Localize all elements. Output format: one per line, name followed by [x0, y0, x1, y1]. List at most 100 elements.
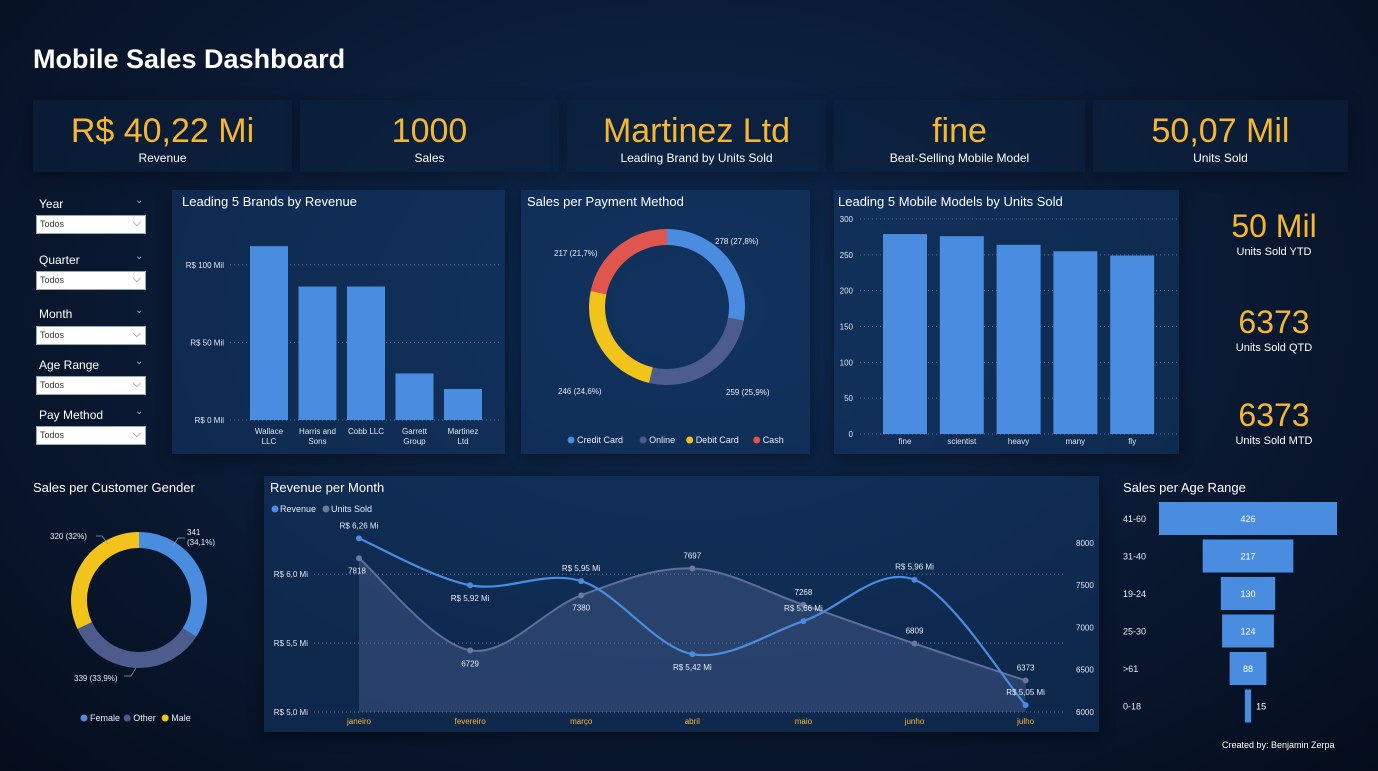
x-tick-label: heavy — [1008, 437, 1029, 446]
kpi-best-model-card: fine Beat-Selling Mobile Model — [834, 100, 1085, 172]
month-filter-label: Month — [39, 307, 73, 321]
slice-label: 278 (27,8%) — [715, 237, 759, 246]
donut-slice — [649, 317, 744, 385]
x-tick-label: fine — [899, 437, 912, 446]
pay-method-dropdown[interactable]: Todos ⌵ — [36, 426, 146, 445]
legend-marker — [123, 714, 131, 722]
kpi-leading-brand-card: Martinez Ltd Leading Brand by Units Sold — [567, 100, 826, 172]
filter-panel: Year ⌄ Todos ⌵ Quarter ⌄ Todos ⌵ Month ⌄… — [33, 190, 153, 450]
quarter-dropdown[interactable]: Todos ⌵ — [36, 271, 146, 290]
y-tick-label: 300 — [840, 215, 854, 224]
units-point — [356, 555, 362, 562]
x-tick-label: scientist — [947, 437, 977, 446]
legend-label: Units Sold — [331, 504, 372, 514]
bar — [444, 388, 482, 420]
y-right-tick-label: 6000 — [1076, 708, 1094, 717]
age-range-panel: Sales per Age Range 41-60 426 31-40 217 19-2… — [1116, 476, 1356, 732]
x-tick-label: Martinez — [448, 427, 479, 436]
bar — [250, 246, 288, 420]
category-label: 25-30 — [1123, 627, 1146, 637]
gender-panel: Sales per Customer Gender 341 (34,1%) 339 … — [28, 476, 250, 732]
data-label: 88 — [1243, 664, 1253, 674]
kpi-sales-card: 1000 Sales — [300, 100, 559, 172]
age-range-chart: 41-60 426 31-40 217 19-24 130 25-30 124 >61 88 0-1… — [1123, 502, 1337, 723]
slice-label: 259 (25,9%) — [726, 388, 770, 397]
y-tick-label: 150 — [840, 323, 854, 332]
pay-method-filter-label: Pay Method — [39, 408, 104, 422]
x-tick-label: Group — [403, 437, 426, 446]
models-units-panel: Leading 5 Mobile Models by Units Sold 30… — [834, 190, 1179, 454]
brands-revenue-chart: R$ 100 Mil R$ 50 Mil R$ 0 Mil WallaceLLC Har… — [186, 246, 500, 446]
units-data-label: 7697 — [683, 552, 701, 561]
units-ytd-value: 50 Mil — [1231, 208, 1317, 244]
slice-label: 341 — [187, 528, 201, 537]
units-point — [578, 592, 585, 599]
donut-slice — [589, 290, 653, 383]
credit-text: Created by: Benjamin Zerpa — [1222, 740, 1335, 750]
chevron-down-icon: ⌵ — [132, 328, 141, 340]
month-dropdown[interactable]: Todos ⌵ — [36, 326, 146, 345]
y-tick-label: 100 — [840, 358, 854, 367]
x-tick-label: Cobb LLC — [348, 427, 384, 436]
kpi-revenue-label: Revenue — [138, 151, 187, 165]
legend-label: Other — [133, 713, 156, 723]
age-range-dropdown[interactable]: Todos ⌵ — [36, 376, 146, 395]
units-data-label: 7380 — [572, 603, 590, 612]
x-tick-label: Sons — [308, 437, 326, 446]
data-label: 124 — [1240, 627, 1255, 637]
category-label: >61 — [1123, 664, 1138, 674]
chevron-down-icon[interactable]: ⌄ — [135, 305, 143, 316]
kpi-units-sold-label: Units Sold — [1193, 151, 1248, 165]
bar — [395, 373, 434, 420]
kpi-best-model-label: Beat-Selling Mobile Model — [889, 151, 1030, 165]
year-dropdown-value: Todos — [40, 219, 65, 229]
y-tick-label: 200 — [840, 287, 854, 296]
legend-marker — [80, 714, 88, 722]
x-tick-label: Ltd — [457, 437, 468, 446]
legend-marker — [686, 436, 694, 444]
chevron-down-icon: ⌵ — [132, 378, 141, 390]
legend-label: Female — [90, 713, 120, 723]
chevron-down-icon[interactable]: ⌄ — [135, 195, 143, 206]
bar — [1110, 255, 1155, 434]
legend-label: Online — [649, 435, 675, 445]
donut-slice — [590, 229, 667, 295]
units-ytd-card: 50 Mil Units Sold YTD — [1199, 208, 1349, 258]
kpi-leading-brand-label: Leading Brand by Units Sold — [620, 151, 773, 165]
revenue-point — [911, 576, 918, 583]
legend-marker — [322, 505, 330, 513]
units-ytd-label: Units Sold YTD — [1236, 246, 1312, 258]
page-title: Mobile Sales Dashboard — [33, 44, 346, 74]
x-tick-label: many — [1066, 437, 1086, 446]
models-units-chart: 300 250 200 150 100 50 0 fine scientist heavy many… — [840, 215, 1178, 446]
revenue-point — [356, 535, 362, 542]
legend-label: Revenue — [280, 504, 316, 514]
gender-chart: 341(34,1%) 339 (33,9%) 320 (32%) Female Othe… — [50, 528, 215, 723]
revenue-data-label: R$ 5,66 Mi — [784, 604, 823, 613]
x-tick-label: Harris and — [299, 427, 336, 436]
legend-label: Male — [171, 713, 191, 723]
kpi-units-sold-card: 50,07 Mil Units Sold — [1093, 100, 1348, 172]
units-data-label: 6729 — [461, 659, 479, 668]
donut-slice — [71, 532, 139, 629]
chevron-down-icon[interactable]: ⌄ — [135, 406, 143, 417]
revenue-point — [800, 618, 807, 625]
legend-label: Credit Card — [577, 435, 623, 445]
donut-slice — [139, 532, 208, 637]
bar — [883, 234, 927, 434]
legend-marker — [639, 436, 647, 444]
chevron-down-icon[interactable]: ⌄ — [135, 251, 143, 262]
year-dropdown[interactable]: Todos ⌵ — [36, 215, 146, 234]
x-tick-label: janeiro — [346, 717, 372, 726]
payment-method-chart: 278 (27,8%) 259 (25,9%) 246 (24,6%) 217 (21… — [554, 229, 784, 445]
slice-label: 320 (32%) — [50, 532, 87, 541]
revenue-data-label: R$ 5,92 Mi — [451, 594, 490, 603]
revenue-data-label: R$ 5,95 Mi — [562, 564, 601, 573]
age-range-dropdown-value: Todos — [40, 380, 65, 390]
chevron-down-icon[interactable]: ⌄ — [135, 356, 143, 367]
x-tick-label: fly — [1128, 437, 1136, 446]
kpi-sales-value: 1000 — [391, 112, 468, 150]
legend-label: Debit Card — [696, 435, 739, 445]
chevron-down-icon: ⌵ — [132, 273, 141, 285]
x-tick-label: fevereiro — [455, 717, 487, 726]
